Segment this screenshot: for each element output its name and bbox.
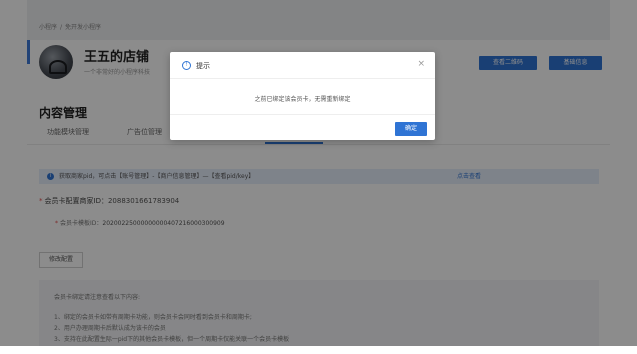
dialog-message: 之前已绑定该会员卡，无需重新绑定: [254, 96, 351, 103]
info-circle-icon: !: [182, 61, 191, 70]
confirm-button[interactable]: 确定: [395, 122, 427, 136]
dialog-divider: [170, 114, 435, 115]
close-icon[interactable]: ×: [417, 59, 425, 69]
prompt-dialog: ! 提示 × 之前已绑定该会员卡，无需重新绑定 确定: [170, 52, 435, 140]
dialog-title: 提示: [196, 62, 210, 70]
bottom-margin: [0, 346, 637, 354]
dialog-header: ! 提示 ×: [170, 52, 435, 79]
